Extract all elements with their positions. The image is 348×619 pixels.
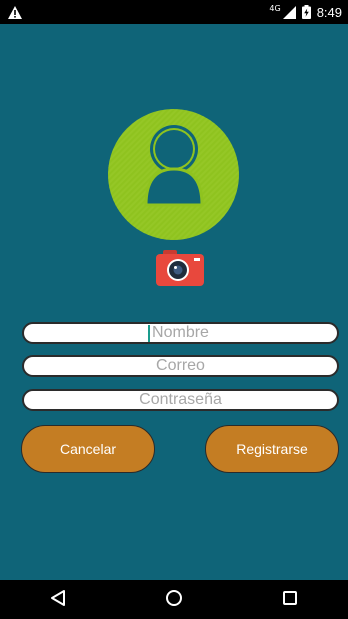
password-input[interactable] [22, 389, 339, 411]
back-button[interactable] [34, 580, 82, 619]
user-avatar-icon[interactable] [108, 109, 239, 240]
status-bar: 4G 8:49 [0, 0, 348, 24]
navigation-bar [0, 580, 348, 619]
cancel-button[interactable]: Cancelar [21, 425, 155, 473]
register-screen [0, 24, 348, 580]
battery-charging-icon [301, 5, 311, 19]
home-button[interactable] [150, 580, 198, 619]
cell-signal-icon [282, 5, 296, 19]
back-triangle-icon [50, 589, 66, 611]
recents-button[interactable] [266, 580, 314, 619]
camera-icon[interactable] [154, 248, 206, 288]
home-circle-icon [165, 589, 183, 611]
recents-square-icon [282, 590, 298, 610]
email-input[interactable] [22, 355, 339, 377]
register-button[interactable]: Registrarse [205, 425, 339, 473]
name-input[interactable] [22, 322, 339, 344]
network-type-label: 4G [269, 3, 281, 13]
warning-triangle-icon [8, 5, 22, 19]
text-cursor [148, 325, 150, 342]
clock: 8:49 [316, 4, 342, 20]
